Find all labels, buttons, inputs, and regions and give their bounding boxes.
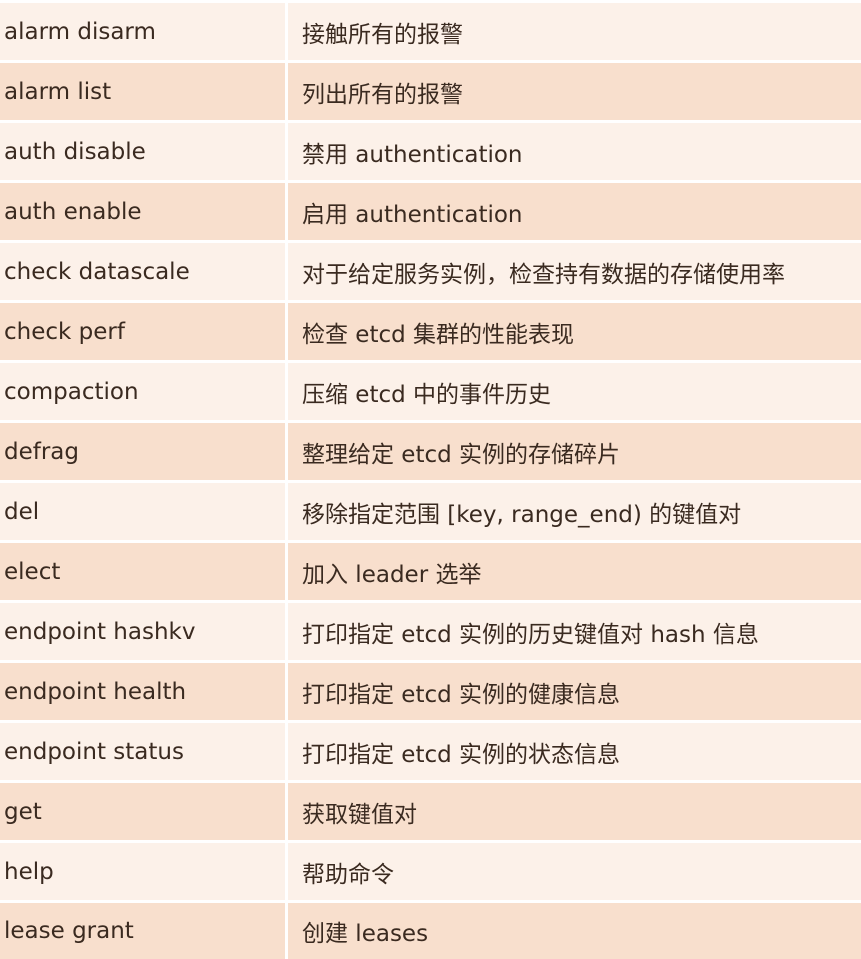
command-cell: endpoint status [0, 723, 285, 780]
table-row: elect 加入 leader 选举 [0, 543, 861, 603]
command-cell: get [0, 783, 285, 840]
command-cell: check perf [0, 303, 285, 360]
command-cell: auth enable [0, 183, 285, 240]
description-cell: 整理给定 etcd 实例的存储碎片 [288, 423, 861, 480]
command-table: alarm disarm 接触所有的报警 alarm list 列出所有的报警 … [0, 0, 861, 959]
description-cell: 启用 authentication [288, 183, 861, 240]
table-row: del 移除指定范围 [key, range_end) 的键值对 [0, 483, 861, 543]
description-cell: 加入 leader 选举 [288, 543, 861, 600]
command-cell: del [0, 483, 285, 540]
description-cell: 移除指定范围 [key, range_end) 的键值对 [288, 483, 861, 540]
description-cell: 接触所有的报警 [288, 3, 861, 60]
command-cell: compaction [0, 363, 285, 420]
description-cell: 对于给定服务实例，检查持有数据的存储使用率 [288, 243, 861, 300]
table-row: check datascale 对于给定服务实例，检查持有数据的存储使用率 [0, 243, 861, 303]
table-row: alarm disarm 接触所有的报警 [0, 3, 861, 63]
command-cell: endpoint health [0, 663, 285, 720]
command-cell: alarm list [0, 63, 285, 120]
command-cell: auth disable [0, 123, 285, 180]
command-cell: lease grant [0, 903, 285, 959]
description-cell: 禁用 authentication [288, 123, 861, 180]
table-row: auth disable 禁用 authentication [0, 123, 861, 183]
table-row: compaction 压缩 etcd 中的事件历史 [0, 363, 861, 423]
command-cell: alarm disarm [0, 3, 285, 60]
command-cell: elect [0, 543, 285, 600]
description-cell: 打印指定 etcd 实例的健康信息 [288, 663, 861, 720]
command-cell: defrag [0, 423, 285, 480]
command-cell: help [0, 843, 285, 900]
description-cell: 打印指定 etcd 实例的状态信息 [288, 723, 861, 780]
description-cell: 检查 etcd 集群的性能表现 [288, 303, 861, 360]
description-cell: 列出所有的报警 [288, 63, 861, 120]
table-row: endpoint hashkv 打印指定 etcd 实例的历史键值对 hash … [0, 603, 861, 663]
description-cell: 创建 leases [288, 903, 861, 959]
table-row: help 帮助命令 [0, 843, 861, 903]
command-cell: endpoint hashkv [0, 603, 285, 660]
description-cell: 帮助命令 [288, 843, 861, 900]
description-cell: 打印指定 etcd 实例的历史键值对 hash 信息 [288, 603, 861, 660]
table-row: endpoint health 打印指定 etcd 实例的健康信息 [0, 663, 861, 723]
table-row: auth enable 启用 authentication [0, 183, 861, 243]
table-row: get 获取键值对 [0, 783, 861, 843]
table-row: alarm list 列出所有的报警 [0, 63, 861, 123]
table-row: check perf 检查 etcd 集群的性能表现 [0, 303, 861, 363]
command-cell: check datascale [0, 243, 285, 300]
description-cell: 压缩 etcd 中的事件历史 [288, 363, 861, 420]
table-row: lease grant 创建 leases [0, 903, 861, 959]
table-row: defrag 整理给定 etcd 实例的存储碎片 [0, 423, 861, 483]
description-cell: 获取键值对 [288, 783, 861, 840]
table-row: endpoint status 打印指定 etcd 实例的状态信息 [0, 723, 861, 783]
